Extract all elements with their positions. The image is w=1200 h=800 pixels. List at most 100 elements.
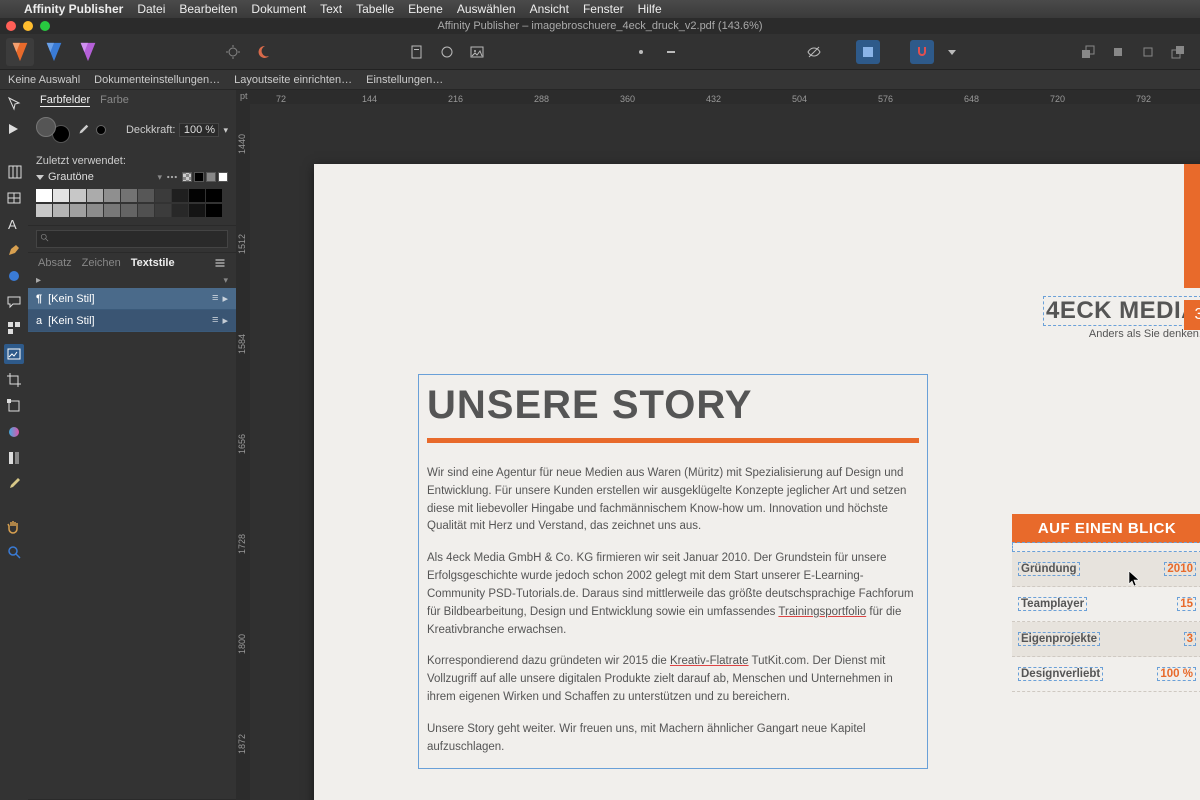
palette-select[interactable]: Grautöne [48,171,153,183]
eyedropper-icon[interactable] [76,123,90,137]
textstyle-item[interactable]: a [Kein Stil] ≡▸ [28,310,236,332]
color-tab[interactable]: Farbe [100,94,129,107]
gray-swatch[interactable] [70,189,86,202]
fill-tool-icon[interactable] [4,422,24,442]
node-tool-icon[interactable] [4,120,24,140]
zoom-tool-icon[interactable] [4,542,24,562]
gray-swatch[interactable] [206,204,222,217]
app-name[interactable]: Affinity Publisher [24,2,123,16]
white-swatch[interactable] [218,172,228,182]
dot-icon[interactable] [629,40,653,64]
designer-persona-icon[interactable] [40,38,68,66]
dash-icon[interactable] [659,40,683,64]
document-viewport[interactable]: 4ECK MEDIA Anders als Sie denken. 3 UNSE… [250,104,1200,800]
move-tool-icon[interactable] [4,94,24,114]
close-window-button[interactable] [6,21,16,31]
recent-color-swatch[interactable] [96,125,106,135]
arrange-forward-icon[interactable] [1136,40,1160,64]
panel-menu-icon[interactable] [214,257,226,269]
vertical-ruler[interactable]: 1440151215841656172818001872 [236,104,250,800]
crop-tool-icon[interactable] [4,370,24,390]
menu-fenster[interactable]: Fenster [583,2,624,16]
character-tab[interactable]: Zeichen [82,257,121,269]
gray-swatch[interactable] [206,172,216,182]
swatches-tab[interactable]: Farbfelder [40,94,90,107]
insert-document-icon[interactable] [405,40,429,64]
textstyle-item[interactable]: ¶ [Kein Stil] ≡▸ [28,288,236,310]
snapping-dropdown-icon[interactable] [940,40,964,64]
menu-datei[interactable]: Datei [137,2,165,16]
gray-swatch[interactable] [70,204,86,217]
gray-swatch[interactable] [138,204,154,217]
callout-tool-icon[interactable] [4,292,24,312]
menu-text[interactable]: Text [320,2,342,16]
brand-title[interactable]: 4ECK MEDIA [1043,296,1200,326]
gray-swatch[interactable] [53,204,69,217]
gray-swatch[interactable] [104,189,120,202]
black-swatch[interactable] [194,172,204,182]
gray-swatch[interactable] [121,204,137,217]
menu-bearbeiten[interactable]: Bearbeiten [179,2,237,16]
context-doc-settings[interactable]: Dokumenteinstellungen… [94,74,220,86]
light-ui-icon[interactable] [221,40,245,64]
arrange-back-icon[interactable] [1076,40,1100,64]
page-tool-icon[interactable] [4,162,24,182]
publisher-persona-icon[interactable] [6,38,34,66]
table-tool-icon[interactable] [4,188,24,208]
gray-swatch[interactable] [36,189,52,202]
gray-swatch[interactable] [189,204,205,217]
palette-dropdown-icon[interactable] [36,175,44,180]
fill-stroke-swatch[interactable] [36,117,70,143]
menu-tabelle[interactable]: Tabelle [356,2,394,16]
menu-dokument[interactable]: Dokument [251,2,306,16]
textstyles-tab[interactable]: Textstile [131,257,175,269]
menu-ebene[interactable]: Ebene [408,2,443,16]
preview-mode-icon[interactable] [802,40,826,64]
horizontal-ruler[interactable]: pt 72144216288360432504576648720792 [236,90,1200,104]
pan-tool-icon[interactable] [4,516,24,536]
zoom-window-button[interactable] [40,21,50,31]
menu-hilfe[interactable]: Hilfe [638,2,662,16]
gray-swatch[interactable] [121,189,137,202]
gray-swatch[interactable] [155,204,171,217]
story-text-frame[interactable]: UNSERE STORY Wir sind eine Agentur für n… [418,374,928,769]
document-page[interactable]: 4ECK MEDIA Anders als Sie denken. 3 UNSE… [314,164,1200,800]
gray-swatch[interactable] [53,189,69,202]
arrange-backward-icon[interactable] [1106,40,1130,64]
gray-swatch[interactable] [206,189,222,202]
transparency-tool-icon[interactable] [4,448,24,468]
gray-swatch[interactable] [172,189,188,202]
gray-swatch[interactable] [104,204,120,217]
gray-swatch[interactable] [172,204,188,217]
context-layout-page[interactable]: Layoutseite einrichten… [234,74,352,86]
search-input[interactable] [36,230,228,248]
menu-ansicht[interactable]: Ansicht [530,2,569,16]
dark-ui-icon[interactable] [251,40,275,64]
asset-tool-icon[interactable] [4,318,24,338]
gray-swatch[interactable] [138,189,154,202]
photo-persona-icon[interactable] [74,38,102,66]
minimize-window-button[interactable] [23,21,33,31]
place-image-tool-icon[interactable] [4,344,24,364]
context-preferences[interactable]: Einstellungen… [366,74,443,86]
artistic-text-tool-icon[interactable]: A [4,214,24,234]
insert-ellipse-icon[interactable] [435,40,459,64]
shape-tool-icon[interactable] [4,266,24,286]
opacity-input[interactable] [179,123,219,137]
vector-crop-tool-icon[interactable] [4,396,24,416]
arrange-front-icon[interactable] [1166,40,1190,64]
gray-swatch[interactable] [87,204,103,217]
color-picker-tool-icon[interactable] [4,474,24,494]
pen-tool-icon[interactable] [4,240,24,260]
none-swatch[interactable] [182,172,192,182]
snapping-icon[interactable] [910,40,934,64]
clip-canvas-icon[interactable] [856,40,880,64]
glance-sidebar[interactable]: AUF EINEN BLICK Gründung 2010 Teamplayer… [1012,514,1200,692]
palette-options-icon[interactable] [166,171,178,183]
insert-image-icon[interactable] [465,40,489,64]
paragraph-tab[interactable]: Absatz [38,257,72,269]
menu-auswaehlen[interactable]: Auswählen [457,2,516,16]
gray-swatch[interactable] [36,204,52,217]
gray-swatch[interactable] [155,189,171,202]
gray-swatch[interactable] [189,189,205,202]
